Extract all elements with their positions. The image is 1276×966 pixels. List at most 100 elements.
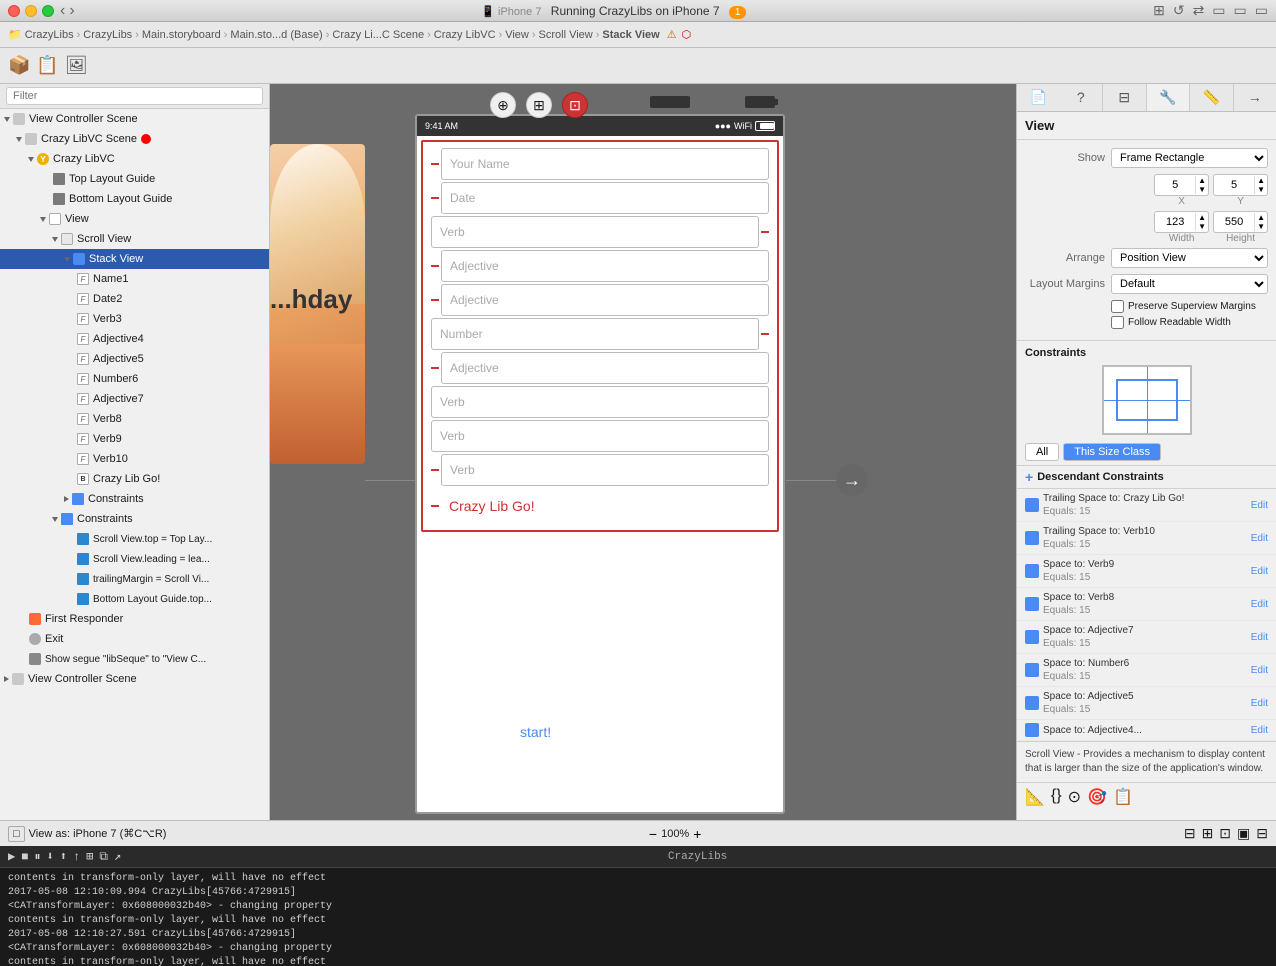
tab-size-inspector[interactable]: 📏	[1189, 84, 1234, 111]
bottom-icon-3[interactable]: ⊙	[1068, 787, 1081, 807]
sidebar-item-vc-scene-bottom[interactable]: View Controller Scene	[0, 669, 269, 689]
constraints-icon[interactable]: ⊟	[1184, 825, 1196, 842]
x-decrement[interactable]: ▼	[1196, 185, 1208, 194]
expand-icon[interactable]	[64, 496, 69, 502]
expand-icon[interactable]	[64, 257, 70, 262]
step-over-button[interactable]: ⬇	[46, 849, 53, 864]
arrange-select[interactable]: Position View	[1111, 248, 1268, 268]
edit-button-3[interactable]: Edit	[1251, 566, 1268, 577]
debug-icon[interactable]: ⊞	[86, 849, 93, 864]
edit-button-6[interactable]: Edit	[1251, 665, 1268, 676]
sidebar-item-constraint-bottom[interactable]: Bottom Layout Guide.top...	[0, 589, 269, 609]
sidebar-item-verb9[interactable]: F Verb9	[0, 429, 269, 449]
breadcrumb-item-1[interactable]: CrazyLibs	[25, 29, 74, 41]
sidebar-item-verb3[interactable]: F Verb3	[0, 309, 269, 329]
expand-icon[interactable]	[40, 217, 46, 222]
sidebar-item-stack-view[interactable]: Stack View	[0, 249, 269, 269]
tab-attributes-inspector[interactable]: 🔧	[1147, 84, 1190, 111]
step-into-button[interactable]: ⬆	[60, 849, 67, 864]
show-select[interactable]: Frame Rectangle	[1111, 148, 1268, 168]
add-constraint-icon[interactable]: +	[1025, 469, 1033, 485]
expand-icon[interactable]	[52, 517, 58, 522]
edit-button-5[interactable]: Edit	[1251, 632, 1268, 643]
sidebar-item-constraints-stack[interactable]: Constraints	[0, 489, 269, 509]
breadcrumb-item-7[interactable]: View	[505, 29, 529, 41]
sidebar-item-crazy-lib-go[interactable]: B Crazy Lib Go!	[0, 469, 269, 489]
locate-icon[interactable]: ↗	[114, 849, 121, 864]
tab-this-size-class[interactable]: This Size Class	[1063, 443, 1161, 461]
expand-icon[interactable]	[4, 676, 9, 682]
expand-icon[interactable]	[16, 137, 22, 142]
sidebar-item-constraint-leading[interactable]: Scroll View.leading = lea...	[0, 549, 269, 569]
breadcrumb-item-5[interactable]: Crazy Li...C Scene	[332, 29, 424, 41]
sidebar-item-number6[interactable]: F Number6	[0, 369, 269, 389]
height-input[interactable]	[1214, 216, 1254, 228]
sidebar-item-name1[interactable]: F Name1	[0, 269, 269, 289]
height-increment[interactable]: ▲	[1255, 213, 1267, 222]
sidebar-item-view[interactable]: View	[0, 209, 269, 229]
bottom-icon-4[interactable]: 🎯	[1087, 787, 1107, 807]
tab-file-inspector[interactable]: 📄	[1017, 84, 1060, 111]
sidebar-item-adjective7[interactable]: F Adjective7	[0, 389, 269, 409]
edit-button-1[interactable]: Edit	[1251, 500, 1268, 511]
zoom-in-button[interactable]: +	[693, 826, 701, 842]
y-decrement[interactable]: ▼	[1255, 185, 1267, 194]
play-button[interactable]: ▶	[8, 849, 15, 864]
sidebar-item-verb10[interactable]: F Verb10	[0, 449, 269, 469]
panel-toggle-icon[interactable]: ▭	[1234, 2, 1247, 19]
inspector-panel-icon[interactable]: 📋	[36, 55, 58, 76]
edit-button-8[interactable]: Edit	[1251, 725, 1268, 736]
breadcrumb-item-4[interactable]: Main.sto...d (Base)	[230, 29, 322, 41]
edit-button-4[interactable]: Edit	[1251, 599, 1268, 610]
preserve-superview-check[interactable]	[1111, 300, 1124, 313]
zoom-out-button[interactable]: −	[649, 826, 657, 842]
breadcrumb-item-9[interactable]: Stack View	[602, 29, 659, 41]
media-icon[interactable]: 🖼	[65, 55, 88, 76]
nav-back-icon[interactable]: ‹	[60, 2, 65, 20]
sidebar-item-bottom-layout[interactable]: Bottom Layout Guide	[0, 189, 269, 209]
align-icon[interactable]: ⊞	[1202, 825, 1214, 842]
width-decrement[interactable]: ▼	[1196, 222, 1208, 231]
bottom-icon-2[interactable]: {}	[1051, 787, 1062, 807]
sidebar-filter-input[interactable]	[6, 87, 263, 105]
tab-quick-help[interactable]: ?	[1060, 84, 1103, 111]
stop-button[interactable]: ■	[21, 850, 28, 864]
sidebar-item-verb8[interactable]: F Verb8	[0, 409, 269, 429]
sidebar-item-constraint-top[interactable]: Scroll View.top = Top Lay...	[0, 529, 269, 549]
breadcrumb-item-6[interactable]: Crazy LibVC	[434, 29, 496, 41]
close-button[interactable]	[8, 5, 20, 17]
minimize-button[interactable]	[25, 5, 37, 17]
sidebar-item-top-layout[interactable]: Top Layout Guide	[0, 169, 269, 189]
sidebar-item-adjective5[interactable]: F Adjective5	[0, 349, 269, 369]
edit-button-7[interactable]: Edit	[1251, 698, 1268, 709]
tab-identity-inspector[interactable]: ⊟	[1102, 84, 1147, 111]
sidebar-item-crazy-libvc[interactable]: Y Crazy LibVC	[0, 149, 269, 169]
sidebar-item-adjective4[interactable]: F Adjective4	[0, 329, 269, 349]
refresh-icon[interactable]: ↺	[1173, 2, 1185, 19]
sidebar-item-crazy-libvc-scene[interactable]: Crazy LibVC Scene	[0, 129, 269, 149]
edit-button-2[interactable]: Edit	[1251, 533, 1268, 544]
breadcrumb-item-2[interactable]: CrazyLibs	[83, 29, 132, 41]
zoom-fit-icon[interactable]: ⊟	[1256, 825, 1268, 842]
sidebar-item-constraints-scroll[interactable]: Constraints	[0, 509, 269, 529]
bottom-icon-1[interactable]: 📐	[1025, 787, 1045, 807]
pause-button[interactable]: ⏸	[34, 850, 40, 864]
sidebar-item-exit[interactable]: Exit	[0, 629, 269, 649]
expand-icon[interactable]	[52, 237, 58, 242]
sidebar-item-date2[interactable]: F Date2	[0, 289, 269, 309]
layout-margins-select[interactable]: Default	[1111, 274, 1268, 294]
sidebar-toggle-icon[interactable]: ▭	[1212, 2, 1225, 19]
sidebar-item-segue[interactable]: Show segue "libSeque" to "View C...	[0, 649, 269, 669]
breadcrumb-item-8[interactable]: Scroll View	[539, 29, 593, 41]
expand-icon[interactable]: ⇄	[1193, 2, 1205, 19]
sidebar-item-constraint-trailing[interactable]: trailingMargin = Scroll Vi...	[0, 569, 269, 589]
breadcrumb-item-3[interactable]: Main.storyboard	[142, 29, 221, 41]
width-input[interactable]	[1155, 216, 1195, 228]
sidebar-item-vc-scene-top[interactable]: View Controller Scene	[0, 109, 269, 129]
y-increment[interactable]: ▲	[1255, 176, 1267, 185]
canvas-icon-3[interactable]: ⊡	[562, 92, 588, 118]
expand-icon[interactable]	[4, 117, 10, 122]
x-input[interactable]	[1155, 179, 1195, 191]
bottom-icon-5[interactable]: 📋	[1113, 787, 1133, 807]
y-input[interactable]	[1214, 179, 1254, 191]
